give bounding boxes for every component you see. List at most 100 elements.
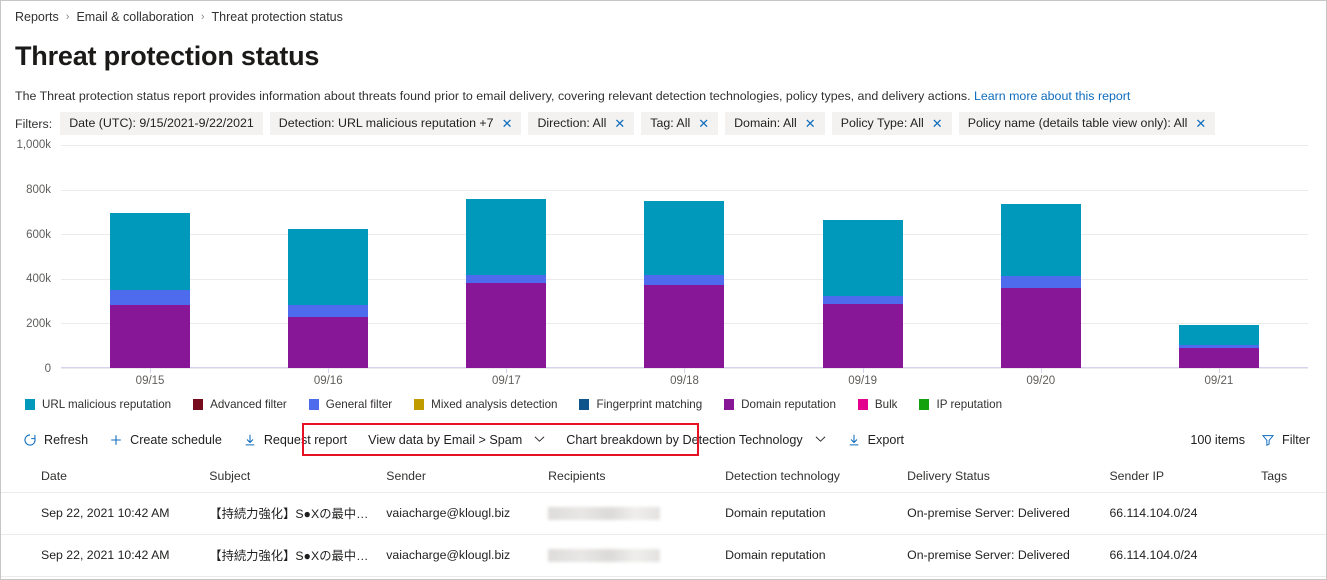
column-header-date[interactable]: Date bbox=[1, 461, 203, 493]
column-header-delivery-status[interactable]: Delivery Status bbox=[901, 461, 1103, 493]
chart-bar-column: 09/20 bbox=[952, 145, 1130, 368]
export-button[interactable]: Export bbox=[839, 429, 912, 451]
stacked-bar[interactable] bbox=[1001, 204, 1081, 368]
legend-item[interactable]: Bulk bbox=[858, 398, 898, 411]
bar-segment[interactable] bbox=[644, 285, 724, 368]
bar-segment[interactable] bbox=[466, 199, 546, 275]
legend-label: IP reputation bbox=[936, 398, 1002, 411]
filter-label: Filter bbox=[1282, 433, 1310, 447]
chart-bar-column: 09/18 bbox=[595, 145, 773, 368]
legend-item[interactable]: IP reputation bbox=[919, 398, 1002, 411]
bar-segment[interactable] bbox=[466, 275, 546, 283]
filter-button[interactable]: Filter bbox=[1261, 433, 1310, 447]
breadcrumb-item-reports[interactable]: Reports bbox=[15, 10, 59, 24]
x-axis-tickmark bbox=[1219, 368, 1220, 373]
table-row[interactable]: Sep 22, 2021 10:42 AM【持続力強化】S●Xの最中に中折れし.… bbox=[1, 535, 1326, 577]
bar-segment[interactable] bbox=[288, 305, 368, 317]
table-row[interactable]: Sep 22, 2021 10:42 AM【持続力強化】S●Xの最中に中折れし.… bbox=[1, 493, 1326, 535]
column-header-detection-technology[interactable]: Detection technology bbox=[719, 461, 901, 493]
description-text: The Threat protection status report prov… bbox=[15, 89, 971, 103]
cell-recipients bbox=[542, 493, 719, 535]
filter-chip-direction[interactable]: Direction: All ✕ bbox=[528, 112, 634, 135]
legend-item[interactable]: URL malicious reputation bbox=[25, 398, 171, 411]
stacked-bar[interactable] bbox=[288, 229, 368, 368]
bar-segment[interactable] bbox=[644, 275, 724, 285]
redacted-value bbox=[548, 507, 660, 520]
bar-segment[interactable] bbox=[110, 305, 190, 368]
x-axis-tickmark bbox=[328, 368, 329, 373]
filter-chip-tag[interactable]: Tag: All ✕ bbox=[641, 112, 718, 135]
chart-legend: URL malicious reputation Advanced filter G… bbox=[25, 398, 1326, 411]
column-header-subject[interactable]: Subject bbox=[203, 461, 380, 493]
close-icon[interactable]: ✕ bbox=[1195, 117, 1206, 130]
close-icon[interactable]: ✕ bbox=[698, 117, 709, 130]
bar-segment[interactable] bbox=[1001, 276, 1081, 288]
close-icon[interactable]: ✕ bbox=[502, 117, 513, 130]
legend-swatch bbox=[919, 399, 929, 410]
x-axis-tick-label: 09/19 bbox=[848, 375, 877, 387]
items-count: 100 items bbox=[1190, 433, 1245, 447]
command-toolbar: Refresh Create schedule Request report V… bbox=[1, 425, 1326, 455]
create-schedule-label: Create schedule bbox=[130, 433, 222, 447]
column-header-sender[interactable]: Sender bbox=[380, 461, 542, 493]
stacked-bar[interactable] bbox=[466, 199, 546, 368]
legend-label: Fingerprint matching bbox=[596, 398, 702, 411]
bar-segment[interactable] bbox=[110, 290, 190, 304]
legend-item[interactable]: General filter bbox=[309, 398, 392, 411]
create-schedule-button[interactable]: Create schedule bbox=[101, 429, 230, 451]
bar-segment[interactable] bbox=[466, 283, 546, 368]
column-header-tags[interactable]: Tags bbox=[1255, 461, 1326, 493]
filter-chip-policy-name[interactable]: Policy name (details table view only): A… bbox=[959, 112, 1216, 135]
filter-chip-policy-type[interactable]: Policy Type: All ✕ bbox=[832, 112, 952, 135]
refresh-button[interactable]: Refresh bbox=[15, 429, 96, 451]
x-axis-tickmark bbox=[506, 368, 507, 373]
bar-segment[interactable] bbox=[823, 304, 903, 368]
threat-protection-status-page: Reports › Email & collaboration › Threat… bbox=[1, 1, 1326, 579]
stacked-bar[interactable] bbox=[644, 201, 724, 368]
bar-segment[interactable] bbox=[1001, 288, 1081, 368]
add-icon bbox=[109, 433, 123, 447]
bar-segment[interactable] bbox=[288, 229, 368, 305]
legend-swatch bbox=[25, 399, 35, 410]
close-icon[interactable]: ✕ bbox=[805, 117, 816, 130]
close-icon[interactable]: ✕ bbox=[614, 117, 625, 130]
filter-chip-domain[interactable]: Domain: All ✕ bbox=[725, 112, 825, 135]
filter-chip-date[interactable]: Date (UTC): 9/15/2021-9/22/2021 bbox=[60, 112, 263, 135]
bar-segment[interactable] bbox=[644, 201, 724, 276]
breadcrumb-item-current: Threat protection status bbox=[212, 10, 343, 24]
bar-segment[interactable] bbox=[1179, 325, 1259, 345]
legend-swatch bbox=[309, 399, 319, 410]
chart-bar-column: 09/15 bbox=[61, 145, 239, 368]
legend-swatch bbox=[414, 399, 424, 410]
chart-breakdown-dropdown[interactable]: Chart breakdown by Detection Technology bbox=[558, 429, 833, 451]
legend-item[interactable]: Advanced filter bbox=[193, 398, 287, 411]
stacked-bar[interactable] bbox=[110, 213, 190, 368]
filter-chip-label: Policy Type: All bbox=[841, 116, 924, 130]
y-axis-tick-label: 600k bbox=[26, 229, 51, 241]
request-report-button[interactable]: Request report bbox=[235, 429, 355, 451]
column-header-recipients[interactable]: Recipients bbox=[542, 461, 719, 493]
filters-label: Filters: bbox=[15, 117, 52, 131]
bar-segment[interactable] bbox=[823, 220, 903, 296]
bar-segment[interactable] bbox=[110, 213, 190, 290]
legend-item[interactable]: Domain reputation bbox=[724, 398, 836, 411]
bar-segment[interactable] bbox=[823, 296, 903, 304]
filter-chip-label: Date (UTC): 9/15/2021-9/22/2021 bbox=[69, 116, 254, 130]
download-icon bbox=[847, 433, 861, 447]
stacked-bar[interactable] bbox=[823, 220, 903, 368]
legend-item[interactable]: Fingerprint matching bbox=[579, 398, 702, 411]
learn-more-link[interactable]: Learn more about this report bbox=[974, 89, 1130, 103]
filter-chip-label: Policy name (details table view only): A… bbox=[968, 116, 1188, 130]
view-data-dropdown[interactable]: View data by Email > Spam bbox=[360, 429, 553, 451]
toolbar-right-group: 100 items Filter bbox=[1190, 433, 1310, 447]
breadcrumb-item-email-collaboration[interactable]: Email & collaboration bbox=[76, 10, 193, 24]
column-header-sender-ip[interactable]: Sender IP bbox=[1103, 461, 1255, 493]
legend-item[interactable]: Mixed analysis detection bbox=[414, 398, 557, 411]
bar-segment[interactable] bbox=[1179, 348, 1259, 368]
bar-segment[interactable] bbox=[288, 317, 368, 368]
filter-chip-detection[interactable]: Detection: URL malicious reputation +7 ✕ bbox=[270, 112, 522, 135]
table-header-row: Date Subject Sender Recipients Detection… bbox=[1, 461, 1326, 493]
close-icon[interactable]: ✕ bbox=[932, 117, 943, 130]
stacked-bar[interactable] bbox=[1179, 325, 1259, 368]
bar-segment[interactable] bbox=[1001, 204, 1081, 276]
